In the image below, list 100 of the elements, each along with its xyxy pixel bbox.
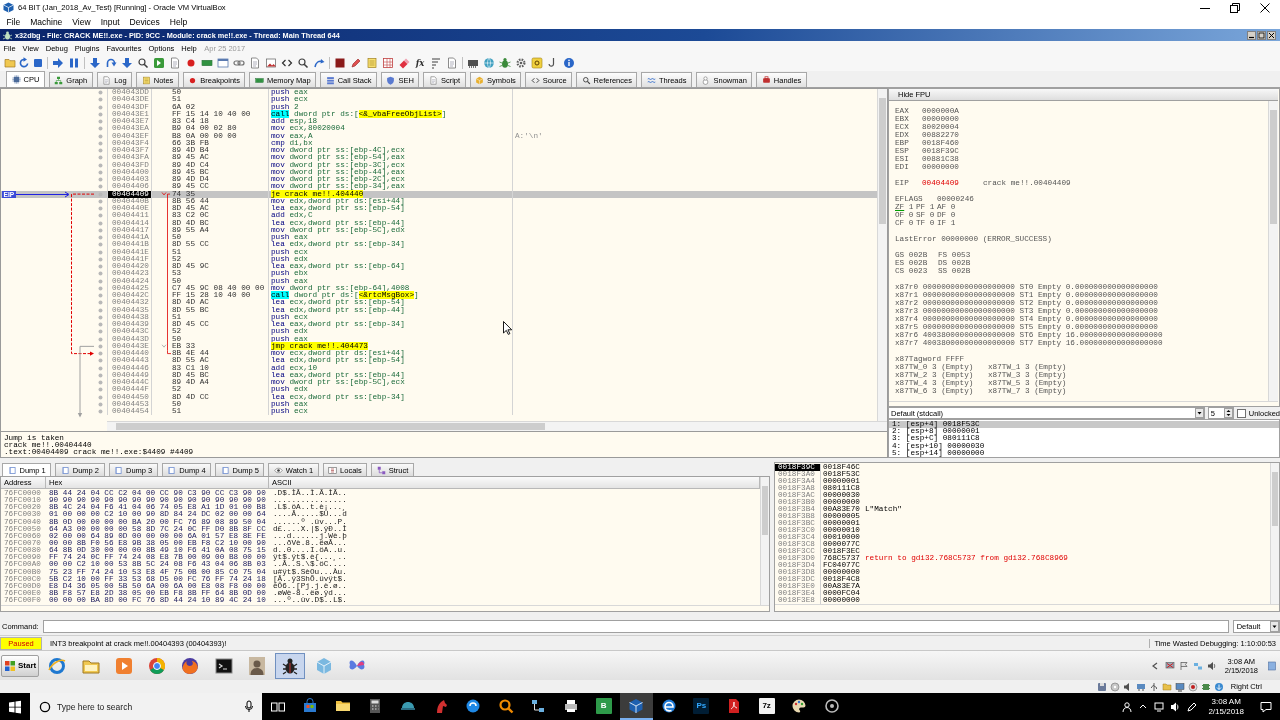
taskbar-button[interactable] (275, 652, 306, 679)
search-box[interactable]: Type here to search (30, 693, 262, 720)
dot-icon[interactable] (98, 285, 103, 291)
arrow-right-icon[interactable] (52, 57, 64, 69)
taskbar-button[interactable] (619, 693, 653, 720)
dot-icon[interactable] (98, 148, 103, 154)
dot-icon[interactable] (98, 90, 103, 96)
pen-icon[interactable] (1186, 700, 1197, 713)
info-icon[interactable] (563, 57, 575, 69)
memory-icon[interactable] (467, 57, 479, 69)
code-brackets-icon[interactable] (281, 57, 293, 69)
horizontal-scrollbar[interactable] (1, 605, 769, 606)
dot-icon[interactable] (98, 264, 103, 270)
menu-item[interactable]: Input (95, 17, 125, 27)
horizontal-scrollbar[interactable] (775, 604, 1279, 605)
vertical-scrollbar[interactable] (1268, 101, 1278, 401)
folder-icon[interactable] (4, 57, 16, 69)
minimize-button[interactable] (1247, 30, 1256, 40)
menu-item[interactable]: View (67, 17, 96, 27)
dot-icon[interactable] (98, 104, 103, 110)
gear-icon[interactable] (515, 57, 527, 69)
menu-item[interactable]: Devices (124, 17, 165, 27)
arrow-down-icon[interactable] (121, 57, 133, 69)
monitor-icon[interactable] (1164, 660, 1175, 671)
taskbar-button[interactable]: Ps (685, 693, 718, 720)
function-button[interactable]: fx (414, 57, 426, 69)
vertical-scrollbar[interactable] (877, 89, 887, 421)
globe-icon[interactable] (483, 57, 495, 69)
circle-tile-icon[interactable] (531, 57, 543, 69)
dot-icon[interactable] (98, 191, 103, 197)
pencil-icon[interactable] (350, 57, 362, 69)
taskbar-button[interactable]: 7z (750, 693, 783, 720)
dot-icon[interactable] (98, 119, 103, 125)
dot-icon[interactable] (98, 380, 103, 386)
panel-icon[interactable] (1268, 660, 1276, 671)
dot-icon[interactable] (98, 307, 103, 313)
bug-icon[interactable] (499, 57, 511, 69)
dot-icon[interactable] (98, 271, 103, 277)
usb-icon[interactable] (1148, 681, 1159, 692)
dot-icon[interactable] (98, 133, 103, 139)
horizontal-scrollbar[interactable] (889, 401, 1278, 402)
window-icon[interactable] (217, 57, 229, 69)
vertical-scrollbar[interactable] (760, 477, 769, 605)
dot-icon[interactable] (98, 351, 103, 357)
taskbar-button[interactable]: B (587, 693, 620, 720)
bar-icon[interactable] (201, 57, 213, 69)
curved-arrow-icon[interactable] (313, 57, 325, 69)
search-field[interactable]: Type here to search (57, 699, 238, 714)
dot-icon[interactable] (98, 227, 103, 233)
dot-icon[interactable] (98, 256, 103, 262)
notepad-icon[interactable] (366, 57, 378, 69)
flag-icon[interactable] (1178, 660, 1189, 671)
dot-icon[interactable] (98, 278, 103, 284)
record-icon[interactable] (1187, 681, 1198, 692)
dot-icon[interactable] (98, 198, 103, 204)
dot-icon[interactable] (98, 293, 103, 299)
pause-icon[interactable] (68, 57, 80, 69)
dot-icon[interactable] (98, 220, 103, 226)
picture-icon[interactable] (265, 57, 277, 69)
lines-icon[interactable] (430, 57, 442, 69)
dot-icon[interactable] (98, 314, 103, 320)
horizontal-scrollbar[interactable] (107, 421, 887, 431)
dot-icon[interactable] (98, 162, 103, 168)
chain-icon[interactable] (233, 57, 245, 69)
curved-arrow-icon[interactable] (105, 57, 117, 69)
dot-icon[interactable] (98, 97, 103, 103)
restart-icon[interactable] (18, 57, 30, 69)
close-button[interactable] (1267, 30, 1276, 40)
menu-item[interactable]: File (1, 17, 26, 27)
dot-icon[interactable] (98, 372, 103, 378)
menu-item[interactable]: Machine (25, 17, 68, 27)
grid-icon[interactable] (382, 57, 394, 69)
speaker-icon[interactable] (1206, 660, 1217, 671)
dot-icon[interactable] (98, 300, 103, 306)
search-icon[interactable] (297, 57, 309, 69)
dot-icon[interactable] (98, 155, 103, 161)
notification-icon[interactable] (1260, 700, 1272, 713)
start-button[interactable]: Start (1, 654, 39, 677)
command-field[interactable] (42, 619, 1229, 633)
arrow-tile-icon[interactable] (153, 57, 165, 69)
eraser-icon[interactable] (398, 57, 410, 69)
dot-icon[interactable] (98, 249, 103, 255)
dot-icon[interactable] (98, 336, 103, 342)
dot-icon[interactable] (98, 394, 103, 400)
people-icon[interactable] (1122, 700, 1133, 713)
dot-icon[interactable] (98, 387, 103, 393)
menu-item[interactable]: Help (164, 17, 193, 27)
arrow-down-icon[interactable] (1213, 681, 1224, 692)
dot-icon[interactable] (98, 235, 103, 241)
monitor-icon[interactable] (1154, 700, 1165, 713)
arrow-down-icon[interactable] (89, 57, 101, 69)
search-icon[interactable] (137, 57, 149, 69)
dot-icon[interactable] (98, 409, 103, 415)
document-icon[interactable] (446, 57, 458, 69)
document-icon[interactable] (169, 57, 181, 69)
document-icon[interactable] (249, 57, 261, 69)
chip-icon[interactable] (1200, 681, 1211, 692)
dot-icon[interactable] (98, 206, 103, 212)
dot-icon[interactable] (98, 365, 103, 371)
dot-icon[interactable] (98, 126, 103, 132)
